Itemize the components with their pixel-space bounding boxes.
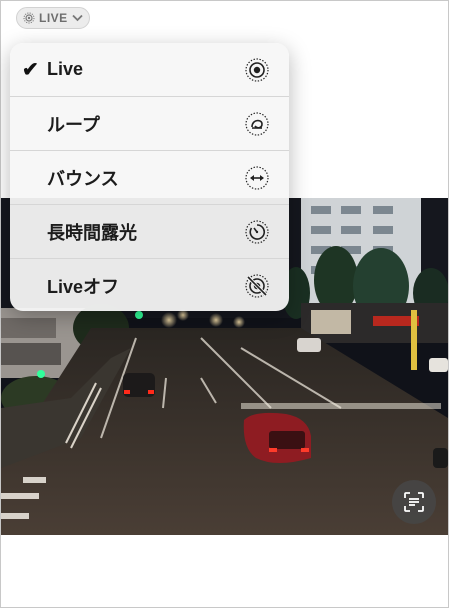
chevron-down-icon (72, 14, 83, 22)
live-text-scan-icon (404, 492, 424, 512)
live-photo-icon (245, 57, 269, 82)
menu-item-label: Liveオフ (47, 276, 120, 297)
live-mode-menu: ✔ Live ループ バウンス 長時間露光 Liveオフ (10, 43, 289, 311)
loop-icon (245, 111, 269, 136)
long-exposure-icon (245, 219, 269, 244)
menu-item-bounce[interactable]: バウンス (10, 151, 289, 204)
menu-item-long-exposure[interactable]: 長時間露光 (10, 205, 289, 258)
live-mode-button[interactable]: LIVE (16, 7, 90, 29)
menu-item-label: ループ (47, 114, 100, 135)
menu-item-label: バウンス (47, 168, 119, 189)
live-photo-icon (23, 12, 35, 24)
checkmark-icon: ✔ (22, 59, 39, 81)
menu-item-loop[interactable]: ループ (10, 97, 289, 150)
bounce-icon (245, 165, 269, 190)
live-badge-label: LIVE (39, 11, 68, 25)
live-off-icon (245, 273, 269, 298)
menu-item-label: Live (47, 59, 84, 79)
menu-item-live[interactable]: ✔ Live (10, 43, 289, 96)
menu-item-live-off[interactable]: Liveオフ (10, 259, 289, 311)
menu-item-label: 長時間露光 (47, 222, 137, 243)
live-text-button[interactable] (392, 480, 436, 524)
